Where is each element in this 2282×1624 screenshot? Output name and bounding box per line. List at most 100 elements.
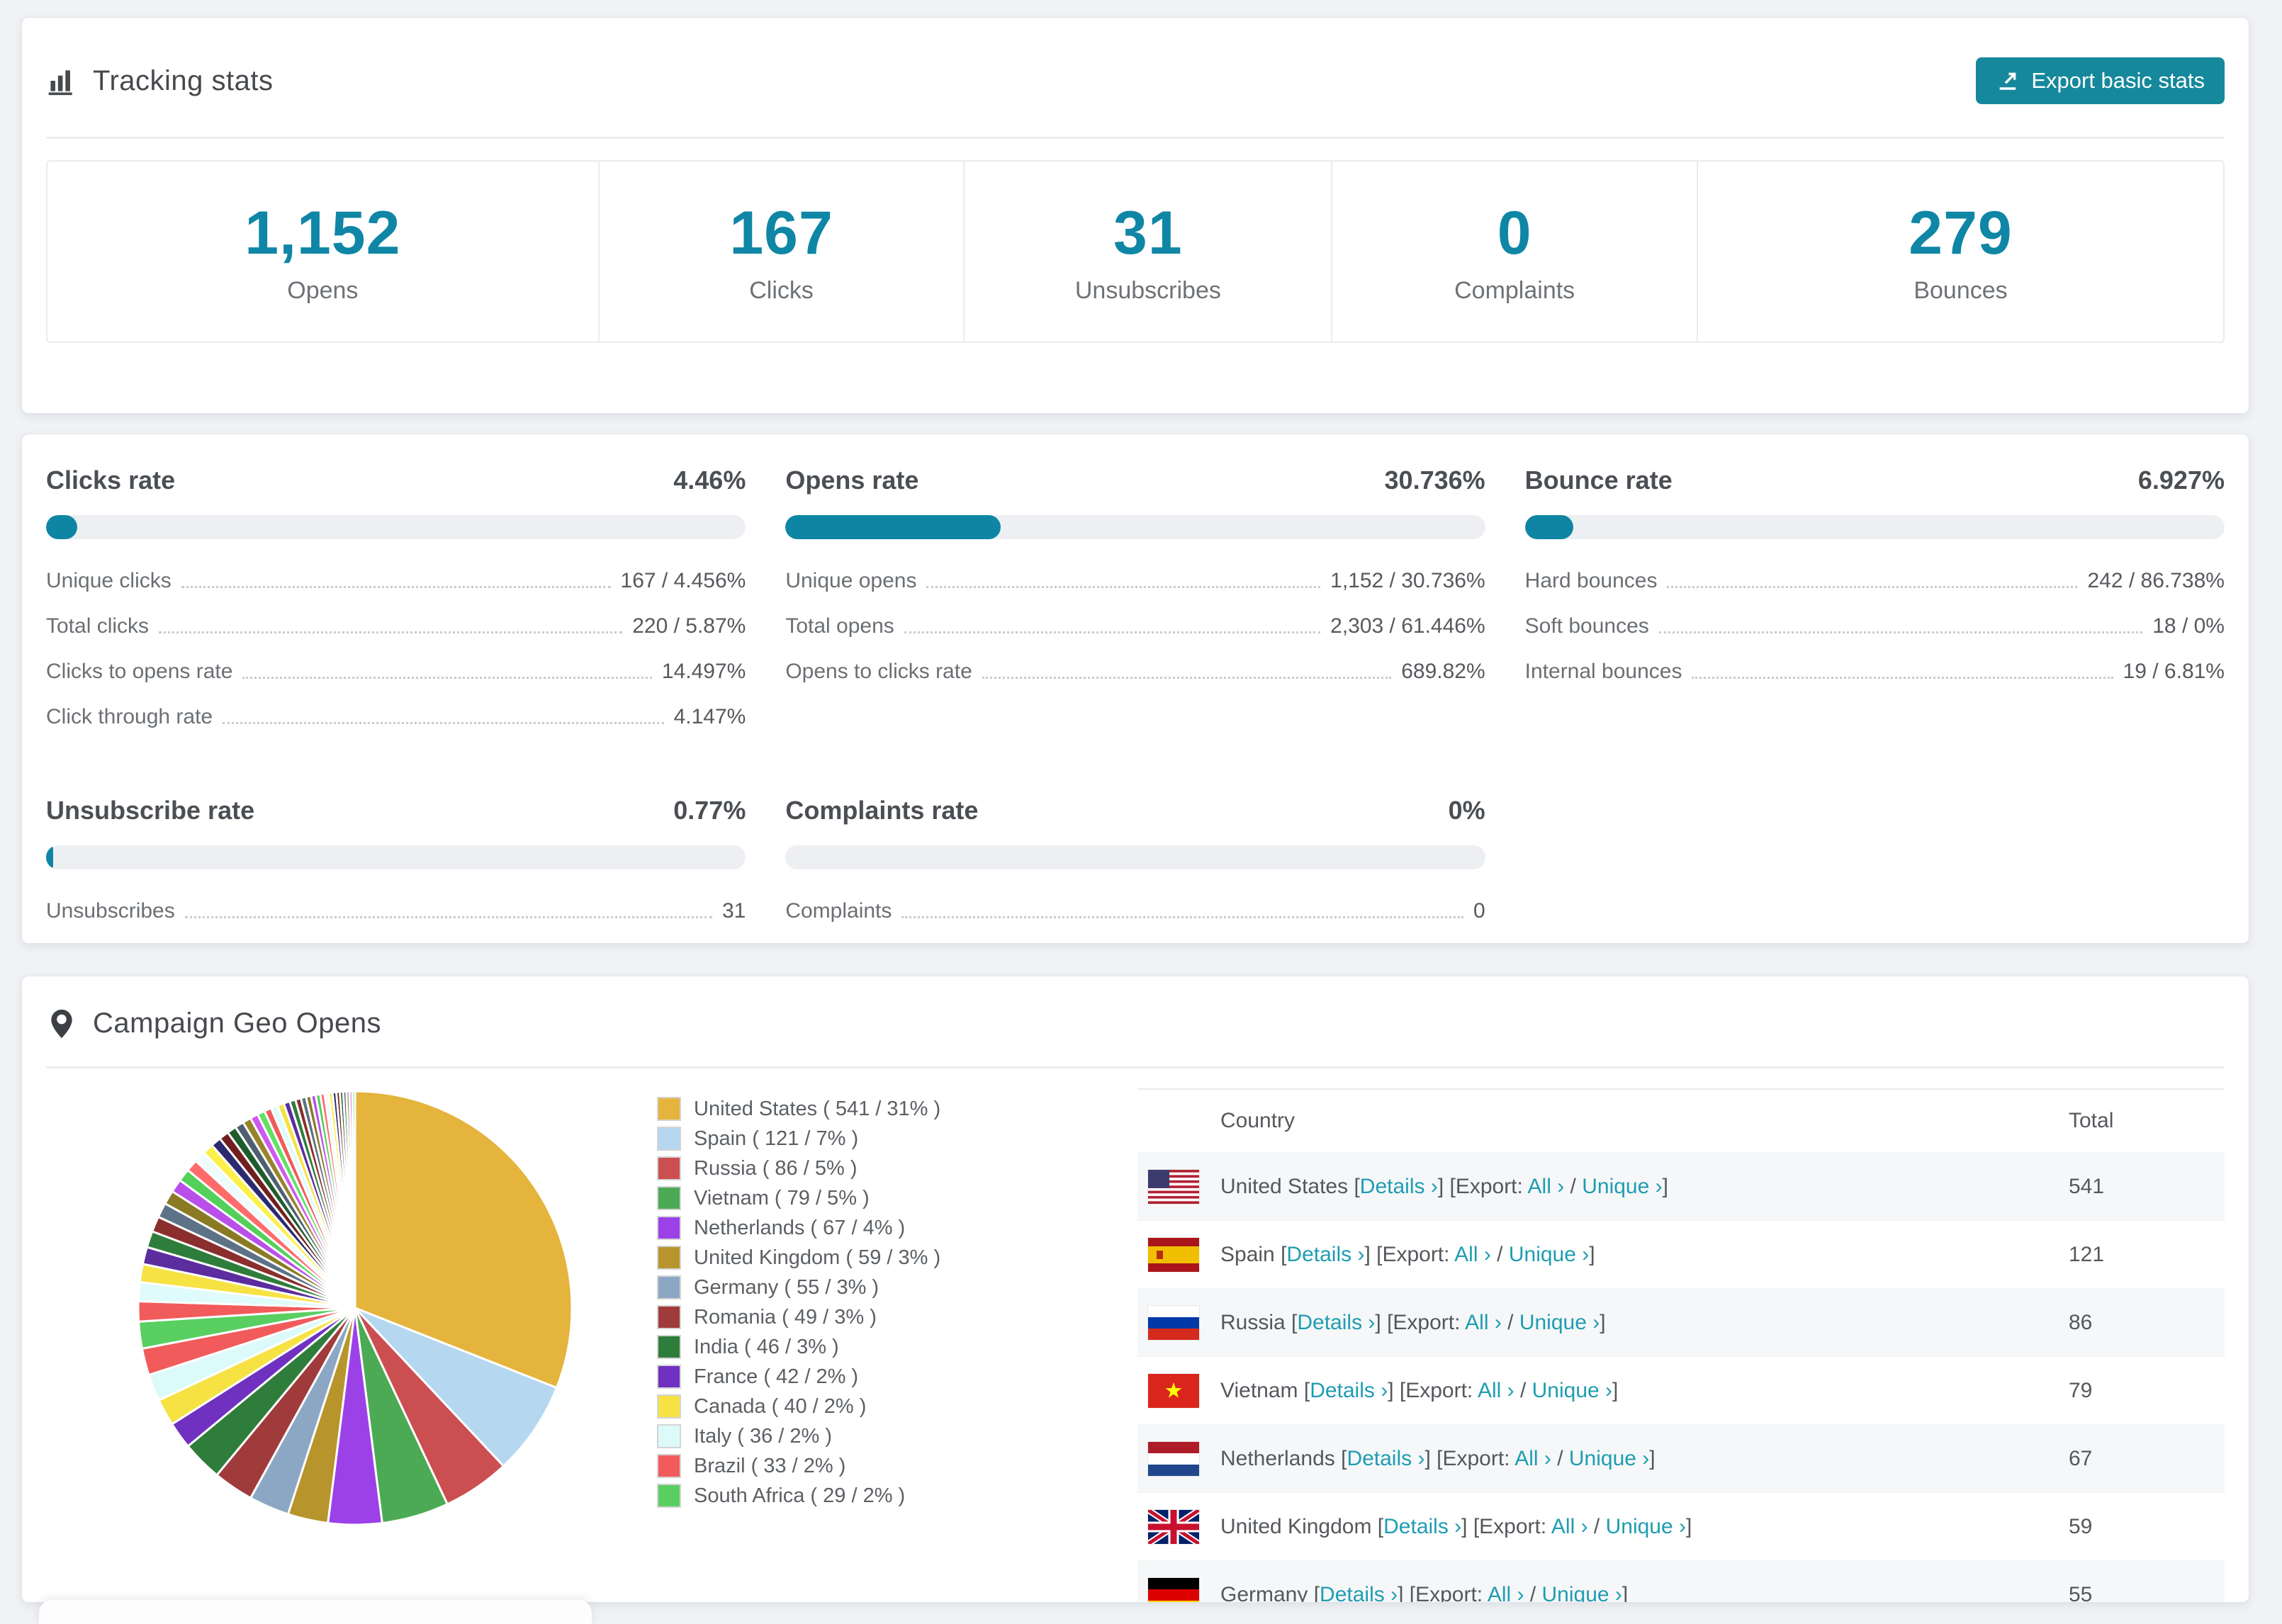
- stat-row-value: 19 / 6.81%: [2123, 660, 2225, 683]
- legend-label: Romania ( 49 / 3% ): [694, 1305, 877, 1329]
- geo-title: Campaign Geo Opens: [93, 1008, 382, 1039]
- details-link[interactable]: Details ›: [1347, 1447, 1424, 1470]
- stat-row: Internal bounces 19 / 6.81%: [1525, 660, 2225, 684]
- legend-item-canada[interactable]: Canada ( 40 / 2% ): [657, 1394, 1054, 1419]
- export-unique-link[interactable]: Unique ›: [1542, 1583, 1622, 1603]
- dotted-leader: [1667, 586, 2078, 588]
- progress-bar-fill: [785, 515, 1001, 539]
- legend-label: South Africa ( 29 / 2% ): [694, 1484, 906, 1507]
- country-cell: Russia [Details ›] [Export: All › / Uniq…: [1220, 1310, 1606, 1334]
- legend-swatch: [657, 1216, 681, 1240]
- dotted-leader: [159, 631, 623, 633]
- export-unique-link[interactable]: Unique ›: [1582, 1175, 1662, 1198]
- legend-item-russia[interactable]: Russia ( 86 / 5% ): [657, 1156, 1054, 1180]
- rate-head: Clicks rate 4.46%: [46, 466, 746, 495]
- legend-swatch: [657, 1186, 681, 1210]
- stat-row: Click through rate 4.147%: [46, 705, 746, 729]
- country-column-header: Country: [1220, 1109, 1295, 1132]
- geo-table-row-gb: United Kingdom [Details ›] [Export: All …: [1137, 1492, 2225, 1560]
- stat-row-value: 18 / 0%: [2152, 614, 2225, 638]
- country-total: 121: [2069, 1242, 2105, 1266]
- summary-stat-label: Opens: [287, 277, 359, 304]
- export-all-link[interactable]: All ›: [1551, 1515, 1588, 1538]
- details-link[interactable]: Details ›: [1310, 1379, 1388, 1402]
- legend-swatch: [657, 1305, 681, 1329]
- legend-item-united-states[interactable]: United States ( 541 / 31% ): [657, 1097, 1054, 1121]
- export-unique-link[interactable]: Unique ›: [1519, 1311, 1600, 1334]
- export-all-link[interactable]: All ›: [1514, 1447, 1551, 1470]
- export-unique-link[interactable]: Unique ›: [1532, 1379, 1612, 1402]
- stat-row-label: Unique clicks: [46, 569, 172, 592]
- stat-row-label: Total opens: [785, 614, 894, 638]
- legend-item-brazil[interactable]: Brazil ( 33 / 2% ): [657, 1454, 1054, 1478]
- stat-row-label: Opens to clicks rate: [785, 660, 972, 683]
- geo-table-row-ru: Russia [Details ›] [Export: All › / Uniq…: [1137, 1288, 2225, 1356]
- partial-popover-below-card: [39, 1600, 592, 1624]
- legend-item-germany[interactable]: Germany ( 55 / 3% ): [657, 1275, 1054, 1299]
- rate-block-bounce-rate: Bounce rate 6.927% Hard bounces 242 / 86.73…: [1524, 466, 2225, 750]
- legend-item-netherlands[interactable]: Netherlands ( 67 / 4% ): [657, 1216, 1054, 1240]
- export-unique-link[interactable]: Unique ›: [1606, 1515, 1686, 1538]
- country-name: Spain: [1220, 1242, 1275, 1266]
- rate-title: Unsubscribe rate: [46, 796, 255, 825]
- bar-chart-icon: [46, 65, 77, 96]
- progress-bar-track: [46, 845, 746, 869]
- stat-row-label: Total clicks: [46, 614, 150, 638]
- country-total: 79: [2069, 1378, 2093, 1402]
- stat-row: Complaints 0: [785, 899, 1485, 923]
- country-cell: Vietnam [Details ›] [Export: All › / Uni…: [1220, 1378, 1619, 1402]
- rate-stat-rows: Complaints 0: [785, 899, 1485, 923]
- export-unique-link[interactable]: Unique ›: [1569, 1447, 1649, 1470]
- summary-stat-clicks: 167 Clicks: [597, 162, 964, 342]
- geo-table-header: Country Total: [1137, 1090, 2225, 1152]
- stat-row-value: 1,152 / 30.736%: [1330, 569, 1485, 592]
- summary-stat-value: 31: [1113, 199, 1183, 267]
- legend-item-south-africa[interactable]: South Africa ( 29 / 2% ): [657, 1484, 1054, 1508]
- pie-legend: United States ( 541 / 31% ) Spain ( 121 /…: [657, 1097, 1054, 1513]
- legend-item-romania[interactable]: Romania ( 49 / 3% ): [657, 1305, 1054, 1329]
- country-total: 59: [2069, 1514, 2093, 1538]
- summary-stat-label: Unsubscribes: [1074, 277, 1221, 304]
- us-flag-icon: [1148, 1169, 1199, 1204]
- nl-flag-icon: [1148, 1441, 1199, 1476]
- legend-item-india[interactable]: India ( 46 / 3% ): [657, 1335, 1054, 1359]
- stat-row: Unsubscribes 31: [46, 899, 746, 923]
- dotted-leader: [926, 586, 1321, 588]
- legend-item-italy[interactable]: Italy ( 36 / 2% ): [657, 1424, 1054, 1448]
- legend-item-spain[interactable]: Spain ( 121 / 7% ): [657, 1127, 1054, 1151]
- legend-label: United States ( 541 / 31% ): [694, 1097, 941, 1120]
- legend-item-united-kingdom[interactable]: United Kingdom ( 59 / 3% ): [657, 1246, 1054, 1270]
- export-basic-stats-button[interactable]: Export basic stats: [1976, 57, 2225, 104]
- legend-item-vietnam[interactable]: Vietnam ( 79 / 5% ): [657, 1186, 1054, 1210]
- export-button-label: Export basic stats: [2031, 68, 2205, 93]
- legend-label: Canada ( 40 / 2% ): [694, 1394, 867, 1418]
- details-link[interactable]: Details ›: [1360, 1175, 1438, 1198]
- country-cell: Germany [Details ›] [Export: All › / Uni…: [1220, 1583, 2033, 1603]
- stat-row-value: 242 / 86.738%: [2087, 569, 2225, 592]
- legend-item-france[interactable]: France ( 42 / 2% ): [657, 1365, 1054, 1389]
- export-all-link[interactable]: All ›: [1465, 1311, 1502, 1334]
- legend-swatch: [657, 1275, 681, 1299]
- legend-label: United Kingdom ( 59 / 3% ): [694, 1246, 941, 1269]
- geo-table-row-de: Germany [Details ›] [Export: All › / Uni…: [1137, 1560, 2225, 1603]
- progress-bar-fill: [46, 515, 78, 539]
- details-link[interactable]: Details ›: [1383, 1515, 1461, 1538]
- export-all-link[interactable]: All ›: [1454, 1243, 1491, 1266]
- stat-row: Soft bounces 18 / 0%: [1525, 614, 2225, 638]
- rate-title: Clicks rate: [46, 466, 176, 495]
- export-unique-link[interactable]: Unique ›: [1509, 1243, 1589, 1266]
- export-all-link[interactable]: All ›: [1488, 1583, 1524, 1603]
- progress-bar-track: [785, 515, 1485, 539]
- summary-stat-value: 279: [1909, 199, 2013, 267]
- country-cell: Netherlands [Details ›] [Export: All › /…: [1220, 1446, 1656, 1470]
- stat-row-value: 0: [1473, 899, 1485, 923]
- stat-row-value: 220 / 5.87%: [632, 614, 746, 638]
- details-link[interactable]: Details ›: [1286, 1243, 1364, 1266]
- details-link[interactable]: Details ›: [1320, 1583, 1398, 1603]
- legend-label: France ( 42 / 2% ): [694, 1365, 859, 1388]
- page-title: Tracking stats: [93, 64, 274, 96]
- export-all-link[interactable]: All ›: [1478, 1379, 1514, 1402]
- rate-value: 6.927%: [2137, 466, 2225, 495]
- export-all-link[interactable]: All ›: [1528, 1175, 1565, 1198]
- details-link[interactable]: Details ›: [1297, 1311, 1375, 1334]
